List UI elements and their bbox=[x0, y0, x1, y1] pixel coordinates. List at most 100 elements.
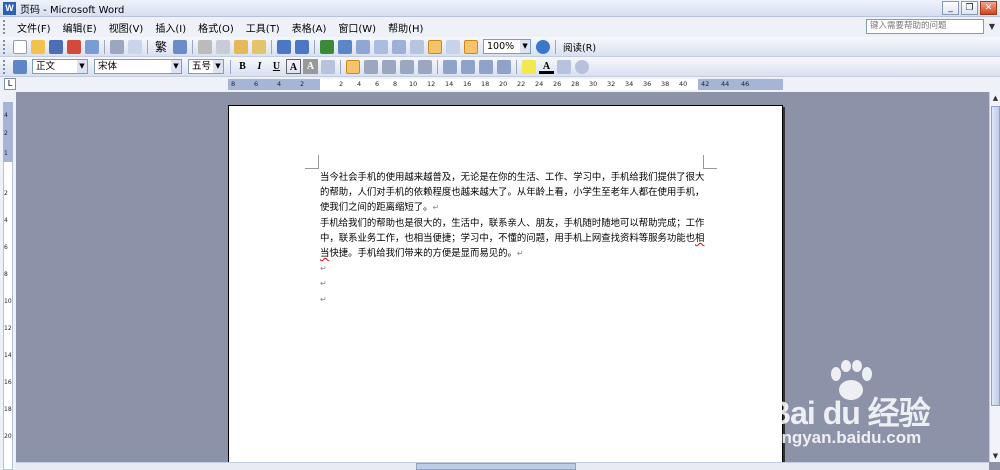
underline-button[interactable]: U bbox=[269, 59, 284, 74]
columns-icon[interactable] bbox=[392, 39, 407, 54]
read-mode-button[interactable]: 阅读(R) bbox=[559, 40, 600, 54]
format-painter-icon[interactable] bbox=[252, 39, 267, 54]
scroll-up-icon[interactable]: ▲ bbox=[990, 92, 1000, 104]
copy-icon[interactable] bbox=[216, 39, 231, 54]
traditional-convert-button[interactable]: 繁 bbox=[151, 38, 171, 55]
print-icon[interactable] bbox=[110, 39, 124, 54]
paragraph[interactable]: 当今社会手机的使用越来越普及，无论是在你的生活、工作、学习中，手机给我们提供了很… bbox=[320, 170, 706, 216]
save-icon[interactable] bbox=[49, 39, 63, 54]
size-dropdown-icon[interactable]: ▼ bbox=[213, 60, 223, 73]
tables-borders-icon[interactable] bbox=[338, 39, 353, 54]
open-folder-icon[interactable] bbox=[31, 39, 45, 54]
menu-edit[interactable]: 编辑(E) bbox=[57, 20, 103, 35]
ruler-tick-label: 8 bbox=[393, 80, 398, 88]
document-body[interactable]: 当今社会手机的使用越来越普及，无论是在你的生活、工作、学习中，手机给我们提供了很… bbox=[320, 170, 706, 307]
restore-button[interactable]: ❐ bbox=[961, 1, 978, 15]
menu-insert[interactable]: 插入(I) bbox=[149, 20, 192, 35]
style-dropdown-icon[interactable]: ▼ bbox=[77, 60, 87, 73]
char-shading-button[interactable]: A bbox=[303, 59, 318, 74]
menu-format[interactable]: 格式(O) bbox=[192, 20, 240, 35]
show-hide-icon[interactable] bbox=[446, 39, 461, 54]
menu-table[interactable]: 表格(A) bbox=[286, 20, 333, 35]
print-preview-icon[interactable] bbox=[128, 39, 142, 54]
ruler-tick-label: 26 bbox=[553, 80, 562, 88]
ruler-tick-label: 34 bbox=[625, 80, 634, 88]
close-button[interactable]: ✕ bbox=[980, 1, 997, 15]
empty-paragraph-mark[interactable]: ↵ bbox=[320, 261, 706, 276]
horizontal-scroll-thumb[interactable] bbox=[416, 463, 576, 470]
help-dropdown-icon[interactable]: ▼ bbox=[986, 19, 998, 34]
email-icon[interactable] bbox=[85, 39, 99, 54]
horizontal-ruler-bar: L 8 6 4 2 2 4 6 8 10 12 14 16 18 20 22 2… bbox=[0, 77, 1000, 92]
insert-excel-icon[interactable] bbox=[374, 39, 389, 54]
increase-indent-icon[interactable] bbox=[497, 59, 511, 74]
align-center-icon[interactable] bbox=[364, 59, 378, 74]
menu-help[interactable]: 帮助(H) bbox=[382, 20, 429, 35]
hyperlink-icon[interactable] bbox=[320, 39, 335, 54]
vertical-scroll-thumb[interactable] bbox=[991, 106, 1000, 406]
bold-button[interactable]: B bbox=[235, 59, 250, 74]
help-icon[interactable] bbox=[536, 39, 551, 54]
formatting-toolbar: 正文 ▼ 宋体 ▼ 五号 ▼ B I U A A A bbox=[0, 57, 1000, 77]
empty-paragraph-mark[interactable]: ↵ bbox=[320, 292, 706, 307]
toolbar-grip[interactable] bbox=[3, 39, 7, 54]
formatting-marks-icon[interactable] bbox=[464, 39, 479, 54]
ruler-tick-label: 4 bbox=[357, 80, 362, 88]
styles-pane-icon[interactable] bbox=[13, 59, 27, 74]
paragraph[interactable]: 手机给我们的帮助也是很大的，生活中，联系亲人、朋友，手机随时随地可以帮助完成；工… bbox=[320, 216, 706, 262]
ruler-tick-label: 30 bbox=[589, 80, 598, 88]
document-map-icon[interactable] bbox=[428, 39, 443, 54]
document-page[interactable]: 当今社会手机的使用越来越普及，无论是在你的生活、工作、学习中，手机给我们提供了很… bbox=[228, 105, 783, 465]
zoom-dropdown-icon[interactable]: ▼ bbox=[520, 40, 531, 53]
toolbar-grip[interactable] bbox=[3, 59, 7, 74]
cut-icon[interactable] bbox=[198, 39, 213, 54]
phonetic-guide-icon[interactable] bbox=[557, 59, 571, 74]
horizontal-scrollbar[interactable] bbox=[16, 462, 989, 470]
paste-icon[interactable] bbox=[234, 39, 249, 54]
char-border-button[interactable]: A bbox=[286, 59, 301, 74]
vruler-tick-label: 12 bbox=[4, 325, 12, 332]
menu-tools[interactable]: 工具(T) bbox=[240, 20, 286, 35]
font-select[interactable]: 宋体 ▼ bbox=[94, 59, 182, 74]
font-dropdown-icon[interactable]: ▼ bbox=[171, 60, 181, 73]
vertical-ruler[interactable]: 4 2 1 2 4 6 8 10 12 14 16 18 20 bbox=[0, 92, 16, 470]
enclose-characters-icon[interactable] bbox=[575, 59, 589, 74]
horizontal-ruler[interactable]: 8 6 4 2 2 4 6 8 10 12 14 16 18 20 22 24 … bbox=[228, 79, 783, 90]
undo-icon[interactable] bbox=[277, 39, 292, 54]
new-document-icon[interactable] bbox=[13, 39, 27, 54]
menu-view[interactable]: 视图(V) bbox=[103, 20, 150, 35]
permission-icon[interactable] bbox=[67, 39, 81, 54]
align-justify-icon[interactable] bbox=[346, 59, 360, 74]
spelling-icon[interactable] bbox=[173, 39, 188, 54]
char-scale-icon[interactable] bbox=[321, 59, 335, 74]
ruler-tick-label: 16 bbox=[463, 80, 472, 88]
insert-table-icon[interactable] bbox=[356, 39, 371, 54]
menu-file[interactable]: 文件(F) bbox=[11, 20, 57, 35]
help-search-input[interactable]: 键入需要帮助的问题 bbox=[866, 19, 984, 34]
scroll-down-icon[interactable]: ▼ bbox=[990, 450, 1000, 462]
font-color-button[interactable]: A bbox=[539, 59, 554, 74]
menu-window[interactable]: 窗口(W) bbox=[332, 20, 382, 35]
numbering-icon[interactable] bbox=[443, 59, 457, 74]
decrease-indent-icon[interactable] bbox=[479, 59, 493, 74]
empty-paragraph-mark[interactable]: ↵ bbox=[320, 276, 706, 291]
style-select[interactable]: 正文 ▼ bbox=[32, 59, 88, 74]
vertical-scrollbar[interactable]: ▲ ▼ bbox=[989, 92, 1000, 462]
word-app-icon: W bbox=[3, 1, 16, 15]
toolbar-grip[interactable] bbox=[3, 20, 7, 34]
ruler-tick-label: 20 bbox=[499, 80, 508, 88]
italic-button[interactable]: I bbox=[252, 59, 267, 74]
vruler-tick-label: 2 bbox=[4, 130, 8, 137]
distributed-align-icon[interactable] bbox=[400, 59, 414, 74]
window-title: 页码 - Microsoft Word bbox=[20, 4, 125, 16]
tab-selector[interactable]: L bbox=[4, 78, 16, 90]
align-right-icon[interactable] bbox=[382, 59, 396, 74]
line-spacing-icon[interactable] bbox=[418, 59, 432, 74]
redo-icon[interactable] bbox=[295, 39, 310, 54]
zoom-select[interactable]: 100% ▼ bbox=[483, 39, 532, 54]
drawing-icon[interactable] bbox=[410, 39, 425, 54]
bullets-icon[interactable] bbox=[461, 59, 475, 74]
highlight-icon[interactable] bbox=[522, 59, 536, 74]
font-size-select[interactable]: 五号 ▼ bbox=[188, 59, 224, 74]
minimize-button[interactable]: _ bbox=[942, 1, 959, 15]
